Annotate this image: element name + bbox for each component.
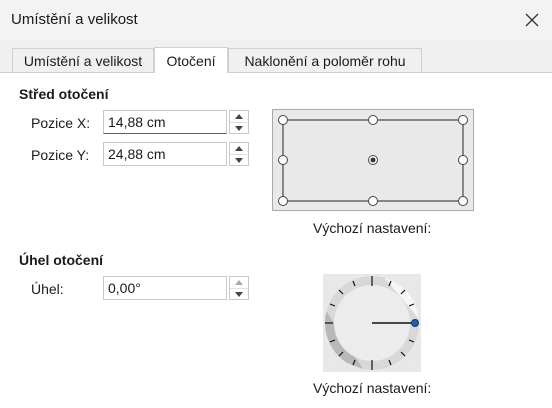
dial-graphic bbox=[323, 274, 421, 372]
tab-rotation[interactable]: Otočení bbox=[154, 47, 228, 73]
pivot-point-bottom-left[interactable] bbox=[278, 196, 288, 206]
pivot-point-bottom-center[interactable] bbox=[368, 196, 378, 206]
pivot-grid bbox=[278, 115, 468, 206]
chevron-up-icon bbox=[235, 280, 243, 285]
angle-field[interactable]: 0,00° bbox=[103, 276, 227, 300]
tab-slant-corner-radius[interactable]: Naklonění a poloměr rohu bbox=[228, 48, 422, 72]
close-icon bbox=[525, 13, 539, 27]
pivot-heading: Střed otočení bbox=[19, 86, 109, 102]
chevron-down-icon bbox=[235, 126, 243, 131]
window-title: Umístění a velikost bbox=[11, 11, 138, 28]
angle-decrement[interactable] bbox=[230, 289, 248, 300]
position-x-spinner[interactable] bbox=[229, 110, 249, 134]
pivot-point-top-center[interactable] bbox=[368, 115, 378, 125]
position-x-decrement[interactable] bbox=[230, 123, 248, 134]
position-x-value: 14,88 cm bbox=[108, 114, 166, 130]
position-y-decrement[interactable] bbox=[230, 155, 248, 166]
pivot-point-selector[interactable] bbox=[272, 109, 474, 211]
position-y-field[interactable]: 24,88 cm bbox=[103, 142, 227, 166]
dial-handle[interactable] bbox=[411, 319, 419, 327]
angle-value: 0,00° bbox=[108, 280, 141, 296]
rotation-dial[interactable] bbox=[323, 274, 421, 372]
tab-label: Naklonění a poloměr rohu bbox=[244, 52, 406, 69]
position-y-value: 24,88 cm bbox=[108, 146, 166, 162]
position-x-label: Pozice X: bbox=[31, 115, 91, 131]
position-x-field[interactable]: 14,88 cm bbox=[103, 110, 227, 134]
pivot-point-top-right[interactable] bbox=[458, 115, 468, 125]
pivot-point-top-left[interactable] bbox=[278, 115, 288, 125]
position-y-label: Pozice Y: bbox=[31, 147, 90, 163]
tab-label: Umístění a velikost bbox=[23, 52, 143, 69]
pivot-point-middle-right[interactable] bbox=[458, 155, 468, 165]
chevron-up-icon bbox=[235, 114, 243, 119]
angle-increment[interactable] bbox=[230, 277, 248, 289]
angle-label: Úhel: bbox=[31, 281, 64, 297]
tab-position-size[interactable]: Umístění a velikost bbox=[12, 48, 154, 72]
pivot-point-middle-left[interactable] bbox=[278, 155, 288, 165]
position-y-spinner[interactable] bbox=[229, 142, 249, 166]
close-button[interactable] bbox=[520, 8, 544, 32]
dial-caption: Výchozí nastavení: bbox=[313, 380, 432, 396]
pivot-point-center[interactable] bbox=[368, 155, 378, 165]
angle-heading: Úhel otočení bbox=[19, 252, 104, 268]
chevron-down-icon bbox=[235, 158, 243, 163]
position-x-increment[interactable] bbox=[230, 111, 248, 123]
pivot-point-bottom-right[interactable] bbox=[458, 196, 468, 206]
tab-label: Otočení bbox=[166, 52, 216, 69]
position-y-increment[interactable] bbox=[230, 143, 248, 155]
angle-spinner[interactable] bbox=[229, 276, 249, 300]
chevron-up-icon bbox=[235, 146, 243, 151]
pivot-preview-caption: Výchozí nastavení: bbox=[313, 220, 432, 236]
chevron-down-icon bbox=[235, 292, 243, 297]
